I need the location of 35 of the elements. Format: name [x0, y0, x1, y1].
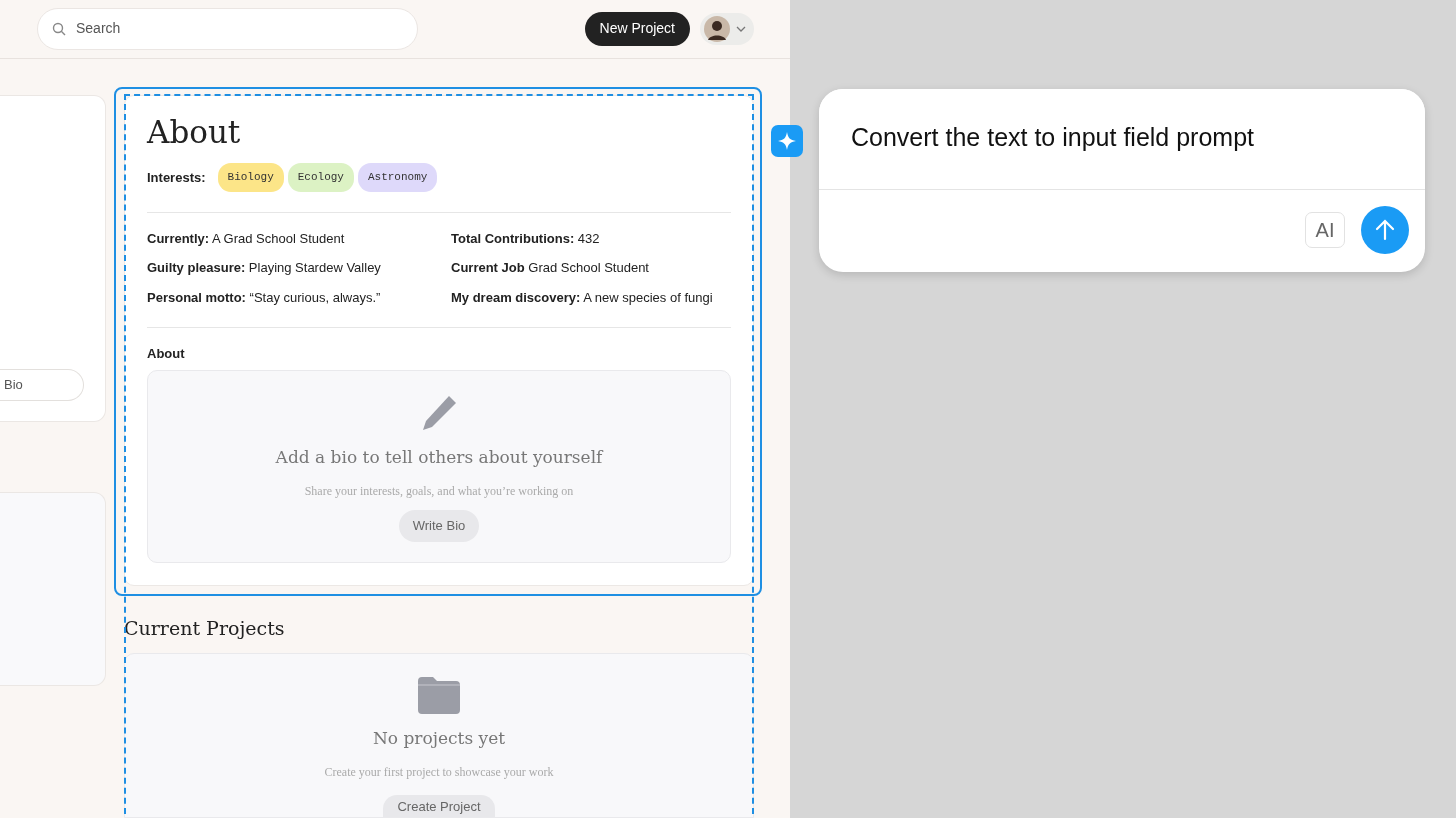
empty-state-title: Add a bio to tell others about yourself — [275, 445, 603, 469]
bio-button[interactable]: Bio — [0, 368, 84, 401]
folder-icon — [418, 675, 460, 714]
ai-sparkle-button[interactable] — [771, 125, 803, 157]
ai-button[interactable]: AI — [1305, 212, 1345, 248]
search-input[interactable]: Search — [74, 17, 403, 41]
empty-state-title: No projects yet — [372, 726, 506, 750]
interest-tag: Astronomy — [357, 163, 438, 192]
search-field[interactable]: Search — [37, 7, 418, 50]
create-project-button[interactable]: Create Project — [383, 795, 495, 817]
section-label: About — [147, 345, 186, 363]
interest-tag: Ecology — [287, 163, 354, 192]
prompt-field[interactable]: Convert the text to input field prompt — [819, 89, 1425, 190]
prompt-input[interactable]: Convert the text to input field prompt — [851, 119, 1393, 157]
about-title: About — [147, 113, 242, 151]
send-button[interactable] — [1361, 206, 1409, 254]
sparkle-icon — [778, 132, 796, 150]
chevron-down-icon — [736, 25, 746, 32]
profile-fact: Guilty pleasure: Playing Stardew Valley — [147, 259, 382, 277]
account-menu-button[interactable] — [700, 12, 754, 45]
arrow-up-icon — [1374, 219, 1396, 241]
empty-state-text: Create your first project to showcase your work — [324, 764, 554, 781]
search-icon — [52, 21, 66, 36]
avatar-icon — [704, 15, 730, 42]
write-bio-button[interactable]: Write Bio — [398, 510, 480, 542]
profile-fact: Total Contributions: 432 — [451, 229, 601, 248]
profile-fact: My dream discovery: A new species of fungi — [451, 288, 714, 307]
interest-tag: Biology — [217, 163, 284, 192]
interests-label: Interests: — [147, 168, 206, 187]
profile-fact: Currently: A Grad School Student — [147, 229, 346, 248]
empty-state-text: Share your interests, goals, and what you’re working on — [304, 483, 574, 500]
section-title: Current Projects — [124, 616, 286, 641]
profile-fact: Personal motto: “Stay curious, always.” — [147, 288, 382, 307]
profile-fact: Current Job Grad School Student — [451, 259, 650, 277]
new-project-button[interactable]: New Project — [584, 11, 690, 46]
